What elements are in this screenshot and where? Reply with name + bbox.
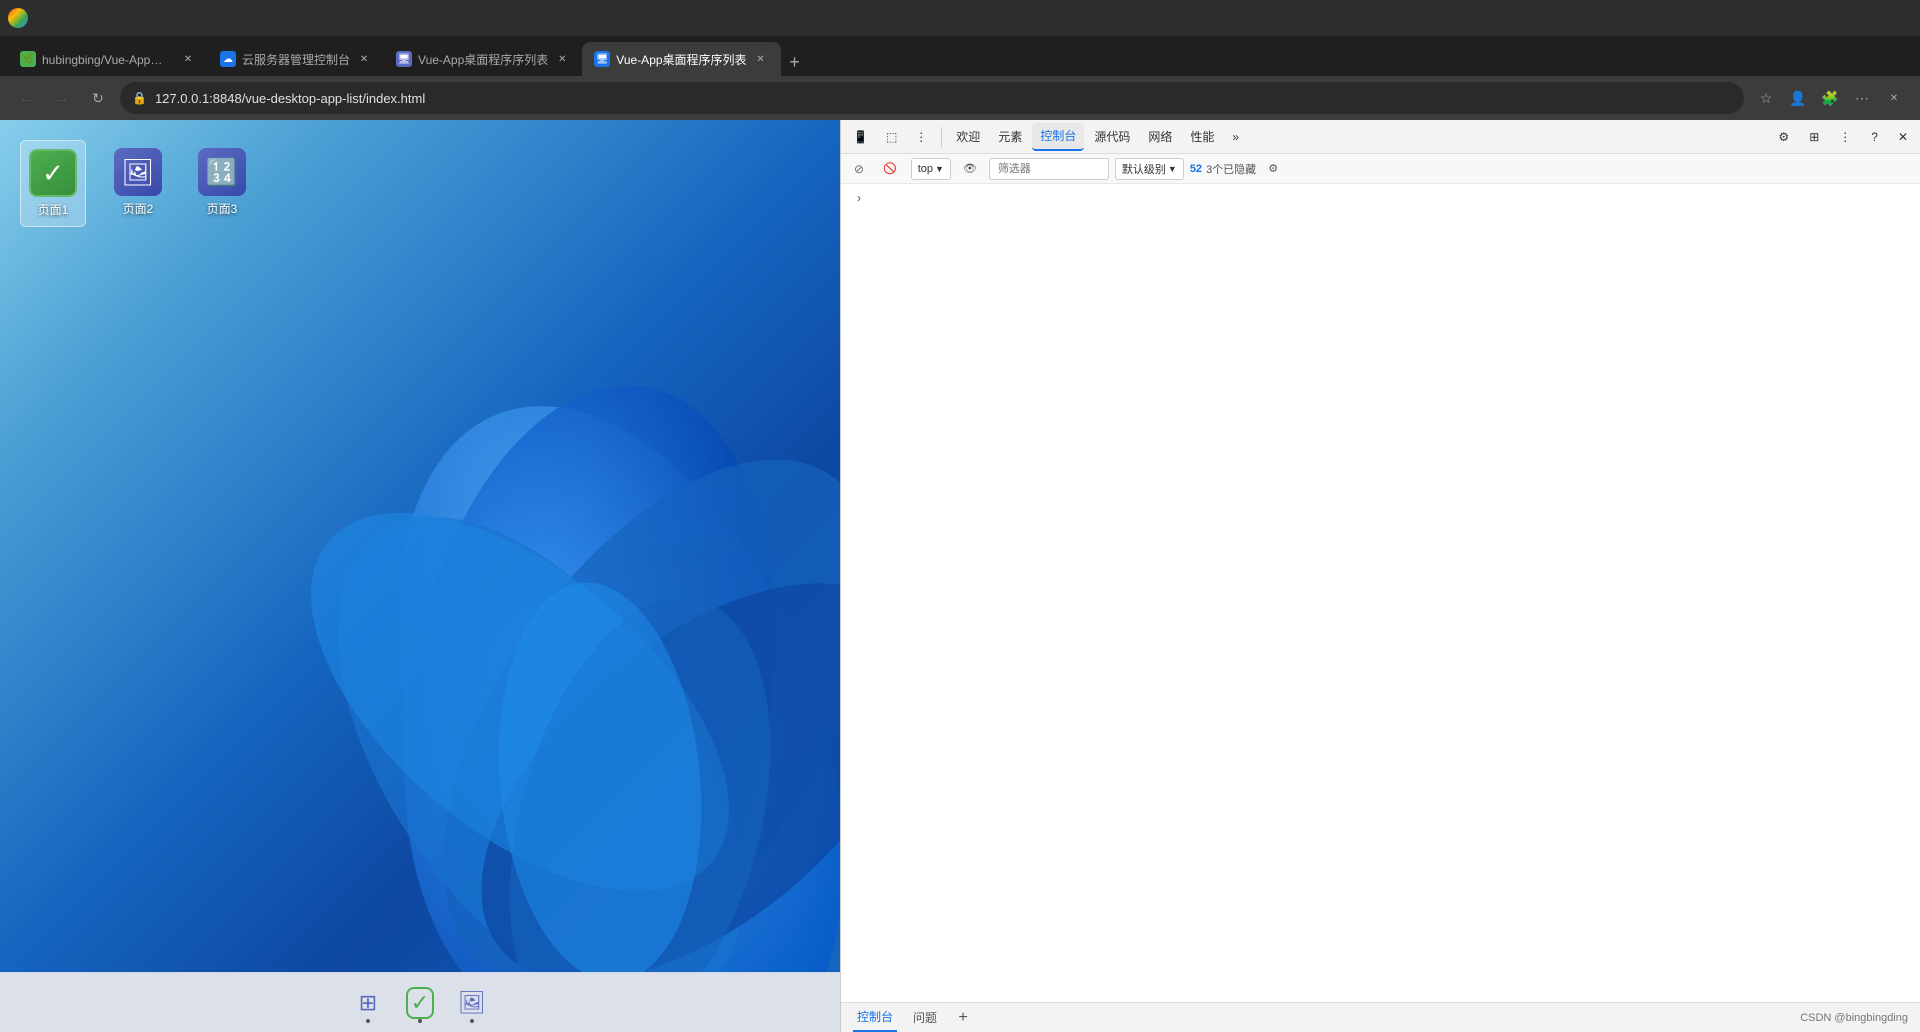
devtools-inspect-btn[interactable]: ⬚ <box>878 123 905 151</box>
tab-2-close[interactable]: ✕ <box>356 51 372 67</box>
tab-3-close[interactable]: ✕ <box>554 51 570 67</box>
devtools-tab-welcome[interactable]: 欢迎 <box>948 123 988 151</box>
page2-label: 页面2 <box>123 200 154 217</box>
tab-4-close[interactable]: ✕ <box>753 51 769 67</box>
tab-4-title: Vue-App桌面程序序列表 <box>616 51 746 68</box>
level-selector[interactable]: 默认级别 ▼ <box>1115 158 1184 180</box>
tab-1-close[interactable]: ✕ <box>180 51 196 67</box>
devtools-more-tools-btn[interactable]: » <box>1224 123 1247 151</box>
browser-tab-3[interactable]: 🖥 Vue-App桌面程序序列表 ✕ <box>384 42 582 76</box>
devtools-content <box>841 212 1920 1002</box>
devtools-close-btn[interactable]: ✕ <box>1890 123 1916 151</box>
devtools-bottom-tab-console[interactable]: 控制台 <box>853 1003 897 1032</box>
level-chevron-icon: ▼ <box>1168 164 1177 174</box>
expand-arrow-btn[interactable]: › <box>849 188 869 208</box>
main-area: ✓ 页面1 🖼 页面2 🔢 页面3 ⊞ <box>0 120 1920 1032</box>
tab-3-title: Vue-App桌面程序序列表 <box>418 51 548 68</box>
page1-label: 页面1 <box>38 201 69 218</box>
tab-1-favicon: 🌿 <box>20 51 36 67</box>
console-gear-btn[interactable]: ⚙ <box>1262 157 1284 181</box>
lock-icon: 🔒 <box>132 91 147 105</box>
desktop-icon-page1[interactable]: ✓ 页面1 <box>20 140 86 227</box>
devtools-tab-network[interactable]: 网络 <box>1140 123 1180 151</box>
desktop-icon-page3[interactable]: 🔢 页面3 <box>190 140 254 227</box>
taskbar-icon-calculator[interactable]: ⊞ <box>346 981 390 1025</box>
desktop-background: ✓ 页面1 🖼 页面2 🔢 页面3 <box>0 120 840 972</box>
devtools-panel: 📱 ⬚ ⋮ 欢迎 元素 控制台 源代码 网络 性能 » ⚙ ⊞ ⋮ ? ✕ ⊘ <box>840 120 1920 1032</box>
address-bar[interactable]: 🔒 127.0.0.1:8848/vue-desktop-app-list/in… <box>120 82 1744 114</box>
devtools-dots-btn[interactable]: ⋮ <box>907 123 935 151</box>
console-filter-input[interactable] <box>989 158 1109 180</box>
tab-3-favicon: 🖥 <box>396 51 412 67</box>
taskbar-checkmark-dot <box>418 1019 422 1023</box>
taskbar-image-icon: 🖼 <box>458 990 486 1016</box>
devtools-dock-btn[interactable]: ⊞ <box>1801 123 1827 151</box>
browser-viewport: ✓ 页面1 🖼 页面2 🔢 页面3 ⊞ <box>0 120 840 1032</box>
profile-icon[interactable]: 👤 <box>1784 84 1812 112</box>
taskbar-icon-checkmark[interactable]: ✓ <box>398 981 442 1025</box>
desktop-icon-page2[interactable]: 🖼 页面2 <box>106 140 170 227</box>
top-selector[interactable]: top ▼ <box>911 158 951 180</box>
back-button[interactable]: ← <box>12 84 40 112</box>
console-eye-btn[interactable]: 👁 <box>957 157 983 181</box>
page2-icon-img: 🖼 <box>114 148 162 196</box>
hidden-text: 3个已隐藏 <box>1206 161 1256 177</box>
devtools-close-icon[interactable]: ✕ <box>1880 84 1908 112</box>
extensions-icon[interactable]: 🧩 <box>1816 84 1844 112</box>
devtools-bottom-tab-issues[interactable]: 问题 <box>909 1003 941 1032</box>
top-chevron-icon: ▼ <box>935 164 944 174</box>
browser-tab-2[interactable]: ☁ 云服务器管理控制台 ✕ <box>208 42 384 76</box>
console-expand-row: › <box>841 184 1920 212</box>
tab-2-favicon: ☁ <box>220 51 236 67</box>
devtools-bottom-add-btn[interactable]: + <box>953 1008 973 1028</box>
devtools-tab-console[interactable]: 控制台 <box>1032 123 1084 151</box>
devtools-more-btn[interactable]: ⋮ <box>1831 123 1859 151</box>
taskbar-checkmark-icon: ✓ <box>406 987 434 1019</box>
forward-button[interactable]: → <box>48 84 76 112</box>
page1-icon-img: ✓ <box>29 149 77 197</box>
tab-4-favicon: 🖥 <box>594 51 610 67</box>
level-label: 默认级别 <box>1122 161 1166 177</box>
devtools-watermark: CSDN @bingbingding <box>1800 1012 1908 1024</box>
browser-logo <box>8 8 28 28</box>
devtools-tab-sources[interactable]: 源代码 <box>1086 123 1138 151</box>
devtools-console-toolbar: ⊘ 🚫 top ▼ 👁 默认级别 ▼ 52 3个已隐藏 ⚙ <box>841 154 1920 184</box>
taskbar-image-dot <box>470 1019 474 1023</box>
taskbar: ⊞ ✓ 🖼 <box>0 972 840 1032</box>
browser-tab-4[interactable]: 🖥 Vue-App桌面程序序列表 ✕ <box>582 42 780 76</box>
win11-flower <box>240 322 840 972</box>
browser-toolbar: ← → ↻ 🔒 127.0.0.1:8848/vue-desktop-app-l… <box>0 76 1920 120</box>
devtools-tab-performance[interactable]: 性能 <box>1182 123 1222 151</box>
refresh-button[interactable]: ↻ <box>84 84 112 112</box>
taskbar-calculator-icon: ⊞ <box>359 990 377 1016</box>
hidden-count: 52 3个已隐藏 <box>1190 161 1256 177</box>
devtools-help-btn[interactable]: ? <box>1863 123 1886 151</box>
taskbar-icon-image[interactable]: 🖼 <box>450 981 494 1025</box>
url-text: 127.0.0.1:8848/vue-desktop-app-list/inde… <box>155 91 1732 106</box>
devtools-separator-1 <box>941 127 942 147</box>
devtools-toolbar-right: ⚙ ⊞ ⋮ ? ✕ <box>1770 123 1916 151</box>
toolbar-right: ☆ 👤 🧩 ⋯ ✕ <box>1752 84 1908 112</box>
browser-tab-bar: 🌿 hubingbing/Vue-App桌面程序… ✕ ☁ 云服务器管理控制台 … <box>0 36 1920 76</box>
devtools-toolbar: 📱 ⬚ ⋮ 欢迎 元素 控制台 源代码 网络 性能 » ⚙ ⊞ ⋮ ? ✕ <box>841 120 1920 154</box>
devtools-bottom-bar: 控制台 问题 + CSDN @bingbingding <box>841 1002 1920 1032</box>
settings-icon[interactable]: ⋯ <box>1848 84 1876 112</box>
top-label: top <box>918 163 933 175</box>
bookmark-icon[interactable]: ☆ <box>1752 84 1780 112</box>
devtools-tab-elements[interactable]: 元素 <box>990 123 1030 151</box>
count-number: 52 <box>1190 163 1202 175</box>
console-clear-btn[interactable]: 🚫 <box>875 155 905 183</box>
new-tab-button[interactable]: + <box>781 48 809 76</box>
taskbar-calculator-dot <box>366 1019 370 1023</box>
page3-label: 页面3 <box>207 200 238 217</box>
devtools-settings-btn[interactable]: ⚙ <box>1770 123 1797 151</box>
page3-icon-img: 🔢 <box>198 148 246 196</box>
tab-2-title: 云服务器管理控制台 <box>242 51 350 68</box>
browser-titlebar <box>0 0 1920 36</box>
console-expand-btn[interactable]: ⊘ <box>849 159 869 179</box>
tab-1-title: hubingbing/Vue-App桌面程序… <box>42 51 174 68</box>
devtools-device-btn[interactable]: 📱 <box>845 123 876 151</box>
desktop-icons: ✓ 页面1 🖼 页面2 🔢 页面3 <box>20 140 254 227</box>
browser-tab-1[interactable]: 🌿 hubingbing/Vue-App桌面程序… ✕ <box>8 42 208 76</box>
